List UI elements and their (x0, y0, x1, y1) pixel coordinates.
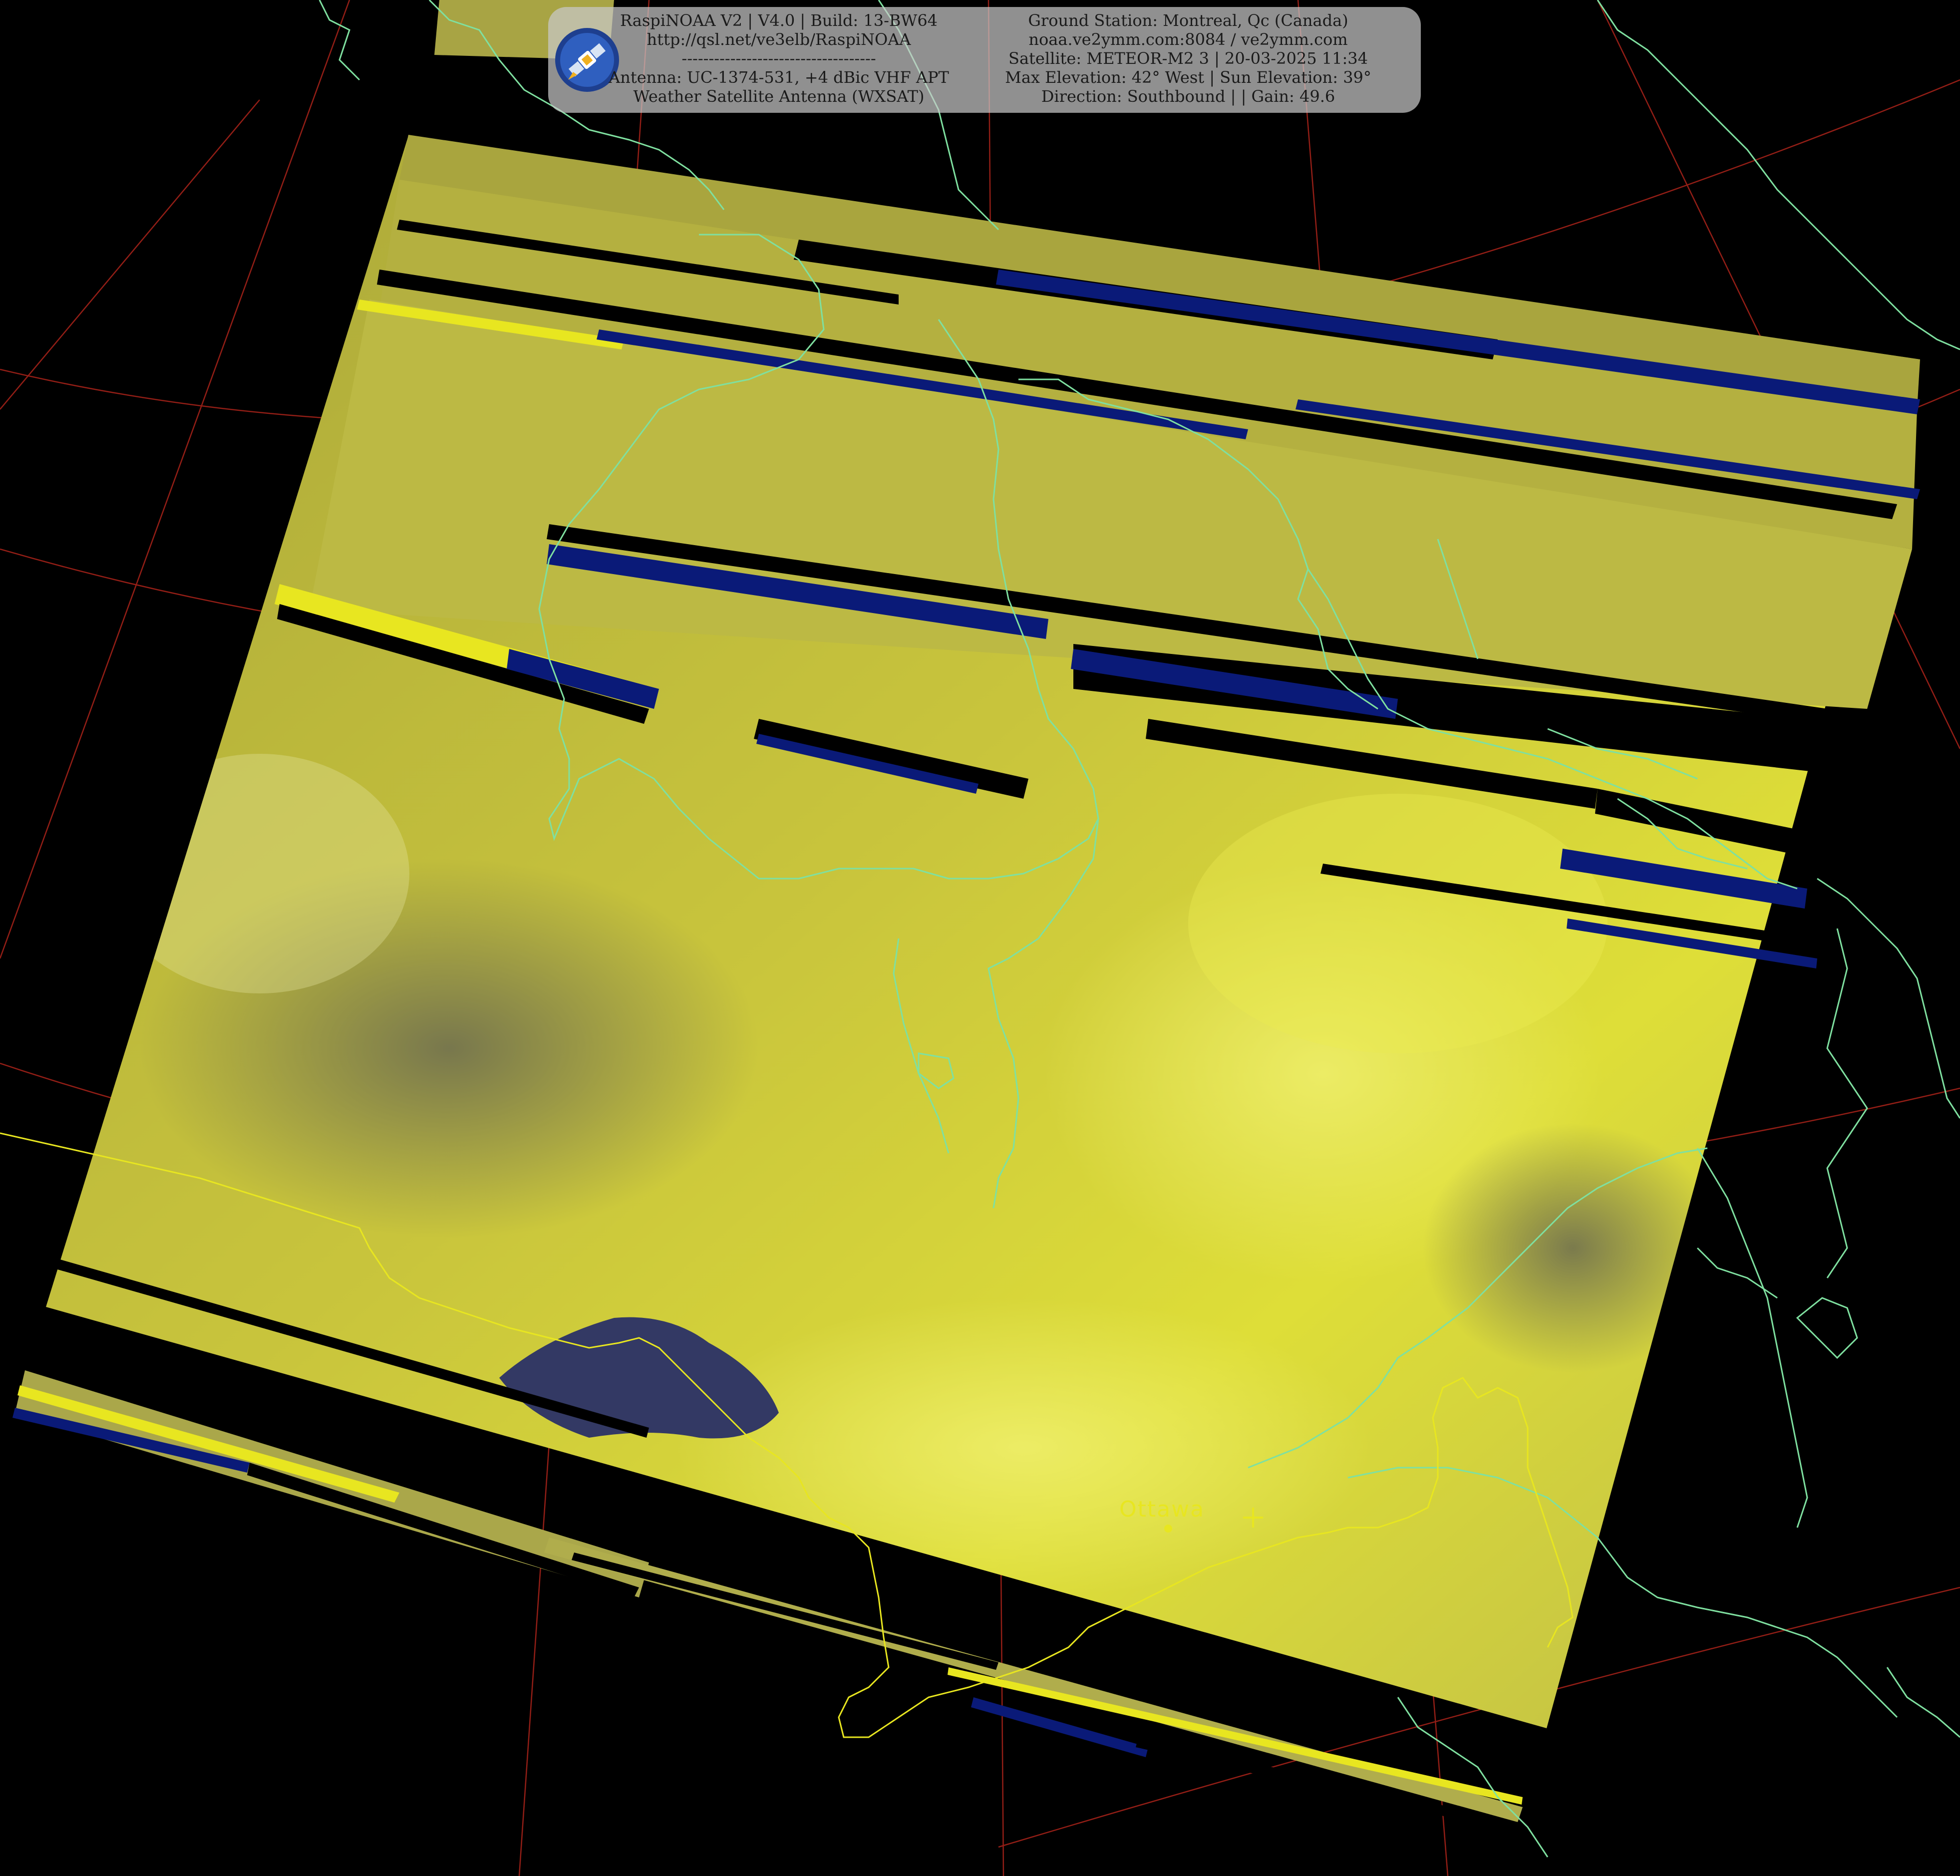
station-info-right: Ground Station: Montreal, Qc (Canada) no… (969, 11, 1408, 106)
city-label: Ottawa (1119, 1497, 1205, 1522)
satellite-map (0, 0, 1960, 1876)
ground-station-text: Ground Station: Montreal, Qc (Canada) (1028, 11, 1348, 30)
antenna-description-text: Weather Satellite Antenna (WXSAT) (633, 87, 925, 106)
software-version-text: RaspiNOAA V2 | V4.0 | Build: 13-BW64 (620, 11, 938, 30)
station-info-left: RaspiNOAA V2 | V4.0 | Build: 13-BW64 htt… (589, 11, 969, 106)
separator-line: ------------------------------------ (681, 49, 876, 68)
elevation-text: Max Elevation: 42° West | Sun Elevation:… (1005, 68, 1371, 87)
station-url-link[interactable]: noaa.ve2ymm.com:8084 / ve2ymm.com (969, 30, 1408, 49)
project-url-link[interactable]: http://qsl.net/ve3elb/RaspiNOAA (589, 30, 969, 49)
antenna-text: Antenna: UC-1374-531, +4 dBic VHF APT (609, 68, 949, 87)
satellite-pass-text: Satellite: METEOR-M2 3 | 20-03-2025 11:3… (1008, 49, 1368, 68)
direction-gain-text: Direction: Southbound | | Gain: 49.6 (1041, 87, 1335, 106)
city-marker-dot (1164, 1525, 1172, 1533)
